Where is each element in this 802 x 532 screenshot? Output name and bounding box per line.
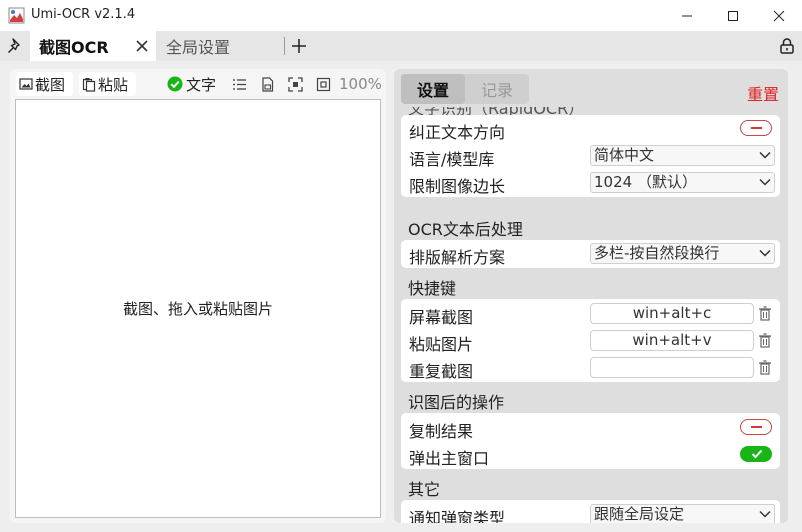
minimize-icon bbox=[682, 15, 692, 16]
correct-direction-toggle[interactable] bbox=[740, 120, 772, 136]
row-label: 弹出主窗口 bbox=[409, 449, 490, 468]
chevron-down-icon bbox=[759, 510, 771, 518]
chevron-down-icon bbox=[759, 178, 771, 186]
layout-value: 多栏-按自然段换行 bbox=[594, 244, 720, 262]
layout-select[interactable]: 多栏-按自然段换行 bbox=[590, 243, 775, 264]
close-window-button[interactable] bbox=[756, 0, 802, 31]
limit-size-select[interactable]: 1024 （默认） bbox=[590, 172, 775, 193]
settings-panel: 设置 记录 重置 文字识别（RapidOCR） 纠正文本方向 语言/模型库 简体… bbox=[394, 69, 788, 523]
panel-tabs: 设置 记录 bbox=[401, 74, 529, 104]
main-area: 截图 粘贴 文字 100% 截图、拖入或粘贴图片 设置 记录 重置 文字识别（R… bbox=[0, 61, 802, 532]
row-screen-hotkey: 屏幕截图 win+alt+c bbox=[401, 300, 780, 327]
notify-type-select[interactable]: 跟随全局设定 bbox=[590, 504, 775, 523]
row-correct-direction: 纠正文本方向 bbox=[401, 115, 780, 142]
tab-settings[interactable]: 设置 bbox=[401, 74, 465, 104]
lock-icon[interactable] bbox=[778, 37, 796, 55]
text-label: 文字 bbox=[186, 75, 217, 94]
zoom-level: 100% bbox=[339, 75, 382, 93]
limit-size-value: 1024 （默认） bbox=[594, 173, 697, 191]
tab-label: 全局设置 bbox=[166, 38, 231, 57]
image-drop-area[interactable]: 截图、拖入或粘贴图片 bbox=[15, 99, 381, 518]
screenshot-button[interactable]: 截图 bbox=[16, 72, 73, 96]
language-select[interactable]: 简体中文 bbox=[590, 145, 775, 166]
row-label: 限制图像边长 bbox=[409, 177, 506, 196]
original-size-icon[interactable] bbox=[316, 77, 331, 92]
paste-icon bbox=[82, 77, 96, 92]
title-bar: Umi-OCR v2.1.4 bbox=[0, 0, 802, 31]
section-title-post: OCR文本后处理 bbox=[408, 220, 523, 239]
check-circle-icon bbox=[167, 76, 183, 92]
add-tab-icon[interactable] bbox=[290, 37, 308, 55]
row-layout: 排版解析方案 多栏-按自然段换行 bbox=[401, 240, 780, 267]
tab-bar: 截图OCR 全局设置 bbox=[0, 31, 802, 61]
row-limit-size: 限制图像边长 1024 （默认） bbox=[401, 169, 780, 196]
row-label: 屏幕截图 bbox=[409, 308, 474, 327]
maximize-icon bbox=[728, 10, 738, 21]
list-icon[interactable] bbox=[232, 77, 247, 92]
row-repeat-hotkey: 重复截图 bbox=[401, 354, 780, 381]
section-title-after: 识图后的操作 bbox=[408, 393, 505, 412]
trash-icon[interactable] bbox=[758, 333, 772, 348]
copy-result-toggle[interactable] bbox=[740, 419, 772, 435]
row-label: 复制结果 bbox=[409, 422, 474, 441]
chevron-down-icon bbox=[759, 249, 771, 257]
trash-icon[interactable] bbox=[758, 360, 772, 375]
row-label: 通知弹窗类型 bbox=[409, 509, 506, 523]
save-file-icon[interactable] bbox=[260, 77, 275, 92]
show-text-toggle[interactable]: 文字 bbox=[167, 72, 216, 96]
pin-icon[interactable] bbox=[6, 37, 24, 55]
app-logo-icon bbox=[8, 7, 25, 24]
section-title-hotkey: 快捷键 bbox=[408, 279, 457, 298]
image-panel: 截图 粘贴 文字 100% 截图、拖入或粘贴图片 bbox=[10, 69, 386, 523]
row-language: 语言/模型库 简体中文 bbox=[401, 142, 780, 169]
check-icon bbox=[751, 449, 763, 459]
post-card: 排版解析方案 多栏-按自然段换行 bbox=[401, 240, 780, 268]
maximize-button[interactable] bbox=[710, 0, 756, 31]
row-label: 语言/模型库 bbox=[409, 150, 495, 169]
notify-type-value: 跟随全局设定 bbox=[594, 505, 685, 523]
ocr-card: 纠正文本方向 语言/模型库 简体中文 限制图像边长 1024 （默认） bbox=[401, 115, 780, 197]
row-label: 纠正文本方向 bbox=[409, 123, 506, 142]
row-notify-type: 通知弹窗类型 跟随全局设定 bbox=[401, 501, 780, 523]
row-paste-hotkey: 粘贴图片 win+alt+v bbox=[401, 327, 780, 354]
tab-records[interactable]: 记录 bbox=[465, 74, 529, 104]
window-title: Umi-OCR v2.1.4 bbox=[31, 7, 136, 22]
tab-global-settings[interactable]: 全局设置 bbox=[160, 31, 284, 61]
after-card: 复制结果 弹出主窗口 bbox=[401, 413, 780, 469]
row-copy-result: 复制结果 bbox=[401, 414, 780, 441]
screen-hotkey-input[interactable]: win+alt+c bbox=[590, 303, 754, 324]
close-tab-icon[interactable] bbox=[134, 38, 150, 54]
screenshot-icon bbox=[19, 78, 33, 90]
popup-main-toggle[interactable] bbox=[740, 446, 772, 462]
paste-hotkey-input[interactable]: win+alt+v bbox=[590, 330, 754, 351]
repeat-hotkey-input[interactable] bbox=[590, 357, 754, 378]
other-card: 通知弹窗类型 跟随全局设定 bbox=[401, 500, 780, 523]
row-label: 排版解析方案 bbox=[409, 248, 506, 267]
screenshot-label: 截图 bbox=[35, 75, 66, 94]
chevron-down-icon bbox=[759, 151, 771, 159]
close-icon bbox=[773, 10, 785, 21]
reset-button[interactable]: 重置 bbox=[747, 81, 779, 105]
tab-divider bbox=[284, 37, 285, 55]
drop-hint: 截图、拖入或粘贴图片 bbox=[122, 300, 273, 318]
trash-icon[interactable] bbox=[758, 306, 772, 321]
row-label: 重复截图 bbox=[409, 362, 474, 381]
tab-screenshot-ocr[interactable]: 截图OCR bbox=[30, 31, 156, 61]
minimize-button[interactable] bbox=[664, 0, 710, 31]
settings-scroll[interactable]: 文字识别（RapidOCR） 纠正文本方向 语言/模型库 简体中文 限制图像边长 bbox=[394, 107, 788, 523]
tab-label: 截图OCR bbox=[39, 38, 109, 57]
hotkey-card: 屏幕截图 win+alt+c 粘贴图片 win+alt+v 重复截图 bbox=[401, 299, 780, 382]
row-label: 粘贴图片 bbox=[409, 335, 474, 354]
paste-button[interactable]: 粘贴 bbox=[79, 72, 136, 96]
section-title-other: 其它 bbox=[408, 480, 441, 499]
row-popup-main: 弹出主窗口 bbox=[401, 441, 780, 468]
paste-label: 粘贴 bbox=[98, 75, 129, 94]
language-value: 简体中文 bbox=[594, 146, 655, 164]
fit-screen-icon[interactable] bbox=[288, 77, 303, 92]
